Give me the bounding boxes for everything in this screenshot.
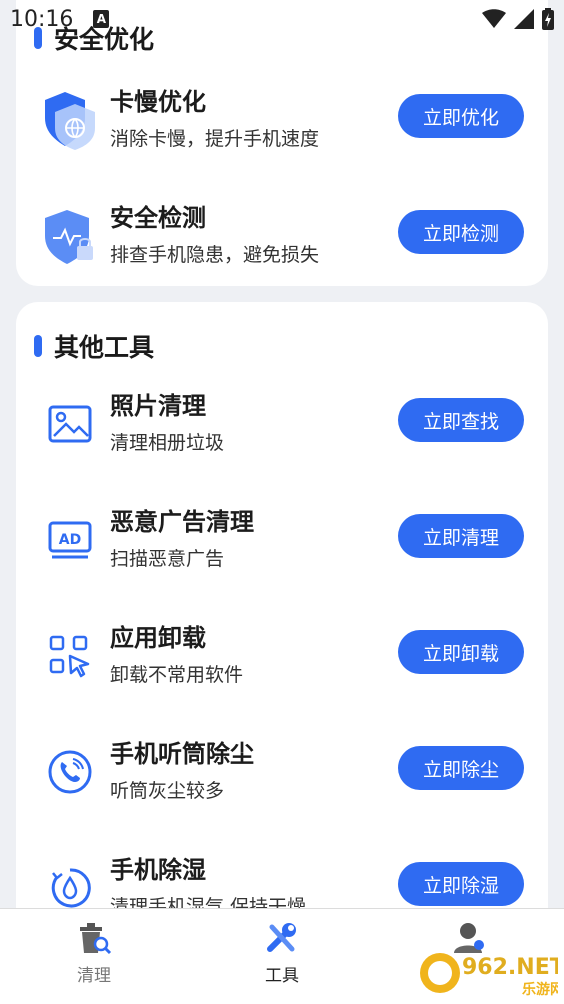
image-icon bbox=[38, 392, 102, 456]
item-title: 恶意广告清理 bbox=[110, 508, 254, 536]
title-accent-bar bbox=[34, 335, 42, 357]
battery-icon bbox=[542, 8, 554, 30]
clean-button[interactable]: 立即清理 bbox=[398, 514, 524, 558]
item-desc: 排查手机隐患，避免损失 bbox=[110, 244, 320, 266]
dust-clean-button[interactable]: 立即除尘 bbox=[398, 746, 524, 790]
tab-label: 清理 bbox=[77, 966, 111, 986]
item-title: 手机除湿 bbox=[110, 856, 206, 884]
section-title: 其他工具 bbox=[34, 328, 154, 364]
item-desc: 消除卡慢，提升手机速度 bbox=[110, 128, 320, 150]
wifi-icon bbox=[482, 9, 506, 28]
shield-lock-icon bbox=[38, 204, 102, 268]
list-item-ad-clean[interactable]: AD 恶意广告清理 扫描恶意广告 立即清理 bbox=[16, 494, 548, 584]
item-desc: 卸载不常用软件 bbox=[110, 664, 244, 686]
tab-tools[interactable]: 工具 bbox=[188, 909, 376, 1004]
list-item-app-uninstall[interactable]: 应用卸载 卸载不常用软件 立即卸载 bbox=[16, 610, 548, 700]
item-desc: 扫描恶意广告 bbox=[110, 548, 225, 570]
water-drop-icon bbox=[38, 856, 102, 908]
list-item-lag-optimize[interactable]: 卡慢优化 消除卡慢，提升手机速度 立即优化 bbox=[16, 74, 548, 164]
list-item-photo-clean[interactable]: 照片清理 清理相册垃圾 立即查找 bbox=[16, 378, 548, 468]
item-title: 手机听筒除尘 bbox=[110, 740, 254, 768]
item-desc: 听筒灰尘较多 bbox=[110, 780, 225, 802]
status-bar: 10:16 A bbox=[0, 0, 564, 38]
shield-globe-icon bbox=[38, 88, 102, 152]
phone-call-icon bbox=[38, 740, 102, 804]
dehumidify-button[interactable]: 立即除湿 bbox=[398, 862, 524, 906]
main-scroll[interactable]: 安全优化 卡慢优化 消除卡慢，提升手机速度 立即优化 安全检测 排查手机隐患，避… bbox=[0, 0, 564, 908]
signal-icon bbox=[514, 9, 534, 29]
tab-clean[interactable]: 清理 bbox=[0, 909, 188, 1004]
app-cursor-icon bbox=[38, 624, 102, 688]
svg-text:AD: AD bbox=[59, 532, 81, 548]
notification-icon: A bbox=[93, 10, 110, 28]
watermark-logo: 962.NET 乐游网 bbox=[418, 948, 564, 998]
detect-button[interactable]: 立即检测 bbox=[398, 210, 524, 254]
list-item-earpiece-dust[interactable]: 手机听筒除尘 听筒灰尘较多 立即除尘 bbox=[16, 726, 548, 816]
find-button[interactable]: 立即查找 bbox=[398, 398, 524, 442]
item-title: 应用卸载 bbox=[110, 624, 206, 652]
other-tools-card: 其他工具 照片清理 清理相册垃圾 立即查找 AD 恶意广告清理 扫描恶意广告 立… bbox=[16, 302, 548, 908]
status-time: 10:16 bbox=[10, 6, 74, 32]
item-title: 照片清理 bbox=[110, 392, 206, 420]
wrench-icon bbox=[267, 923, 296, 952]
list-item-security-check[interactable]: 安全检测 排查手机隐患，避免损失 立即检测 bbox=[16, 190, 548, 280]
uninstall-button[interactable]: 立即卸载 bbox=[398, 630, 524, 674]
optimize-button[interactable]: 立即优化 bbox=[398, 94, 524, 138]
svg-text:962.NET: 962.NET bbox=[462, 955, 558, 980]
tab-label: 工具 bbox=[265, 966, 299, 986]
list-item-dehumidify[interactable]: 手机除湿 清理手机湿气,保持干燥 立即除湿 bbox=[16, 842, 548, 908]
svg-text:乐游网: 乐游网 bbox=[522, 981, 558, 998]
security-card: 安全优化 卡慢优化 消除卡慢，提升手机速度 立即优化 安全检测 排查手机隐患，避… bbox=[16, 0, 548, 286]
item-desc: 清理手机湿气,保持干燥 bbox=[110, 896, 307, 908]
item-title: 卡慢优化 bbox=[110, 88, 206, 116]
trash-icon bbox=[80, 923, 112, 955]
ad-icon: AD bbox=[38, 508, 102, 572]
item-desc: 清理相册垃圾 bbox=[110, 432, 225, 454]
item-title: 安全检测 bbox=[110, 204, 206, 232]
